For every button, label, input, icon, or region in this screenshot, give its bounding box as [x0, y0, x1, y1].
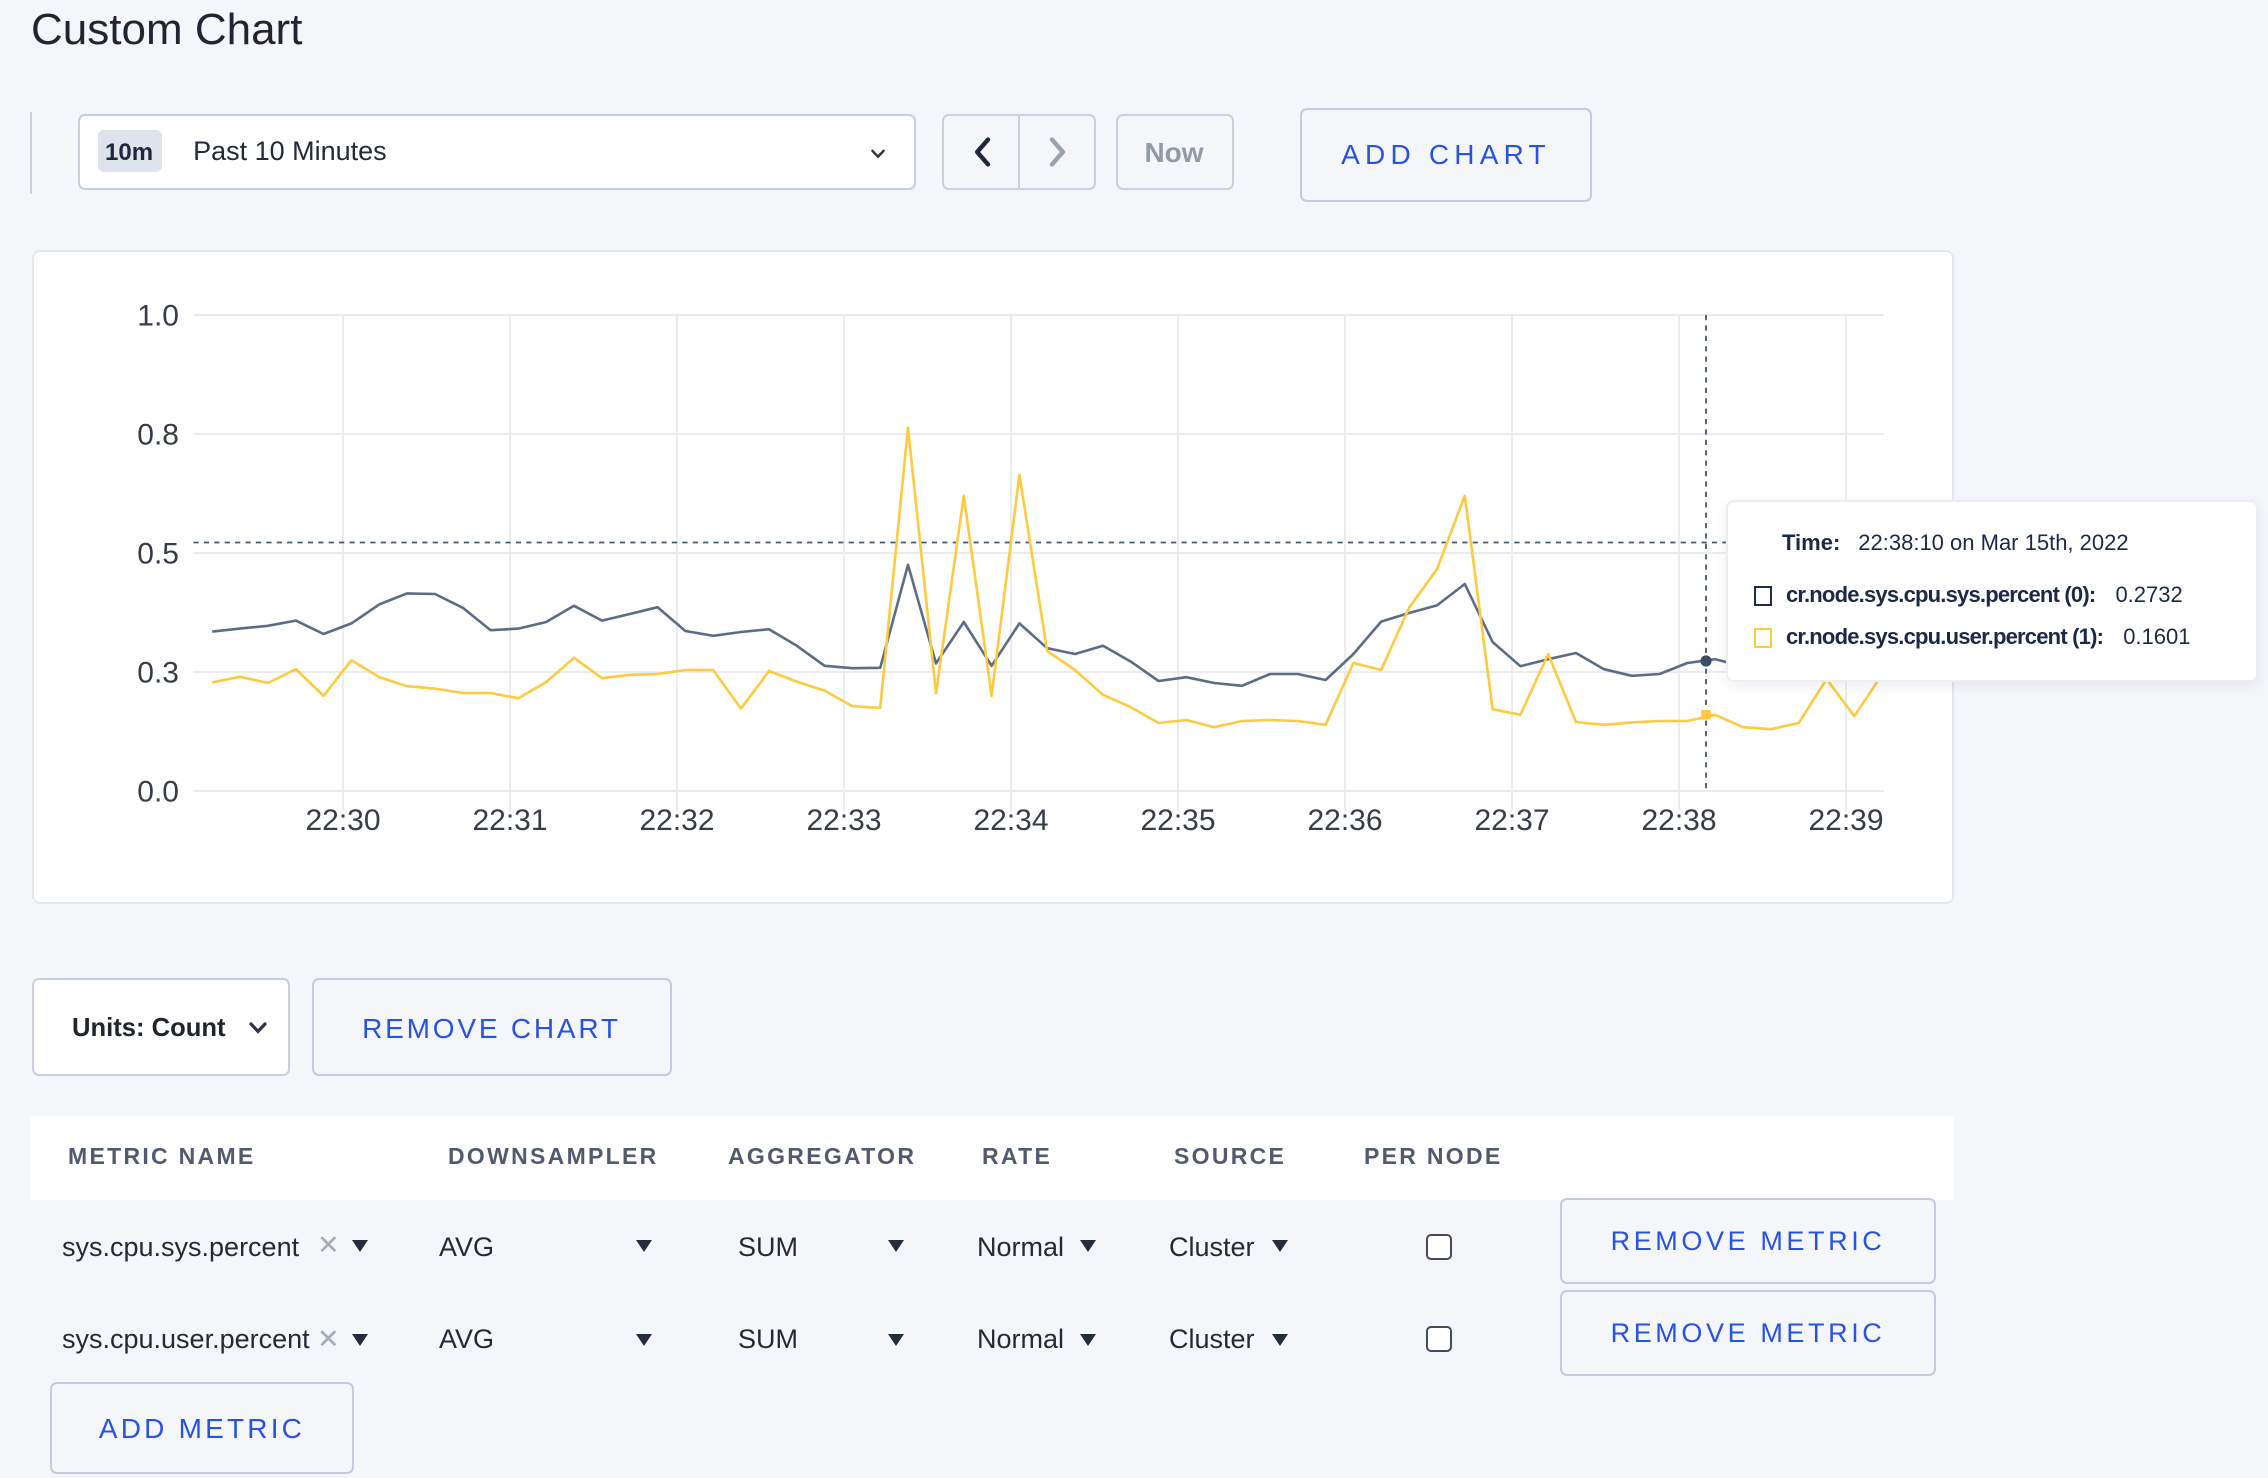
- svg-text:22:30: 22:30: [305, 804, 380, 837]
- svg-text:22:34: 22:34: [973, 804, 1048, 837]
- svg-text:22:33: 22:33: [806, 804, 881, 837]
- svg-text:0.5: 0.5: [137, 537, 179, 570]
- svg-text:22:39: 22:39: [1808, 804, 1883, 837]
- svg-text:0.3: 0.3: [137, 656, 179, 689]
- svg-text:0.8: 0.8: [137, 418, 179, 451]
- svg-text:22:38: 22:38: [1641, 804, 1716, 837]
- svg-text:22:35: 22:35: [1140, 804, 1215, 837]
- svg-text:22:32: 22:32: [639, 804, 714, 837]
- svg-text:1.0: 1.0: [137, 299, 179, 332]
- svg-text:22:36: 22:36: [1307, 804, 1382, 837]
- svg-text:0.0: 0.0: [137, 775, 179, 808]
- svg-text:22:31: 22:31: [472, 804, 547, 837]
- svg-text:22:37: 22:37: [1474, 804, 1549, 837]
